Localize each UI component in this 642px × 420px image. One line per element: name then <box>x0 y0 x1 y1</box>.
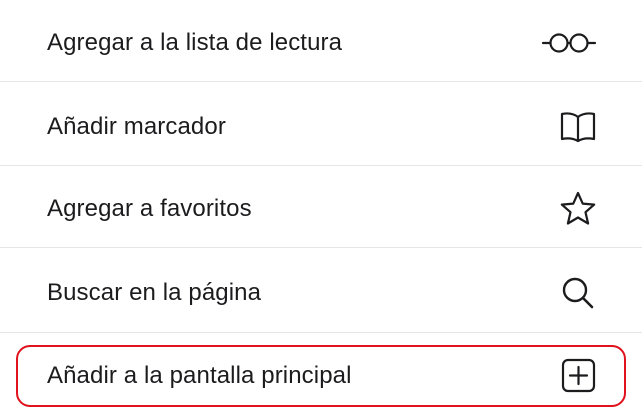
share-action-menu: Agregar a la lista de lectura Añadir mar… <box>0 0 642 420</box>
star-icon <box>540 189 598 229</box>
divider <box>0 247 642 248</box>
divider <box>0 332 642 333</box>
divider <box>0 165 642 166</box>
divider <box>0 81 642 82</box>
menu-item-label: Agregar a la lista de lectura <box>47 29 343 56</box>
menu-item-add-to-reading-list[interactable]: Agregar a la lista de lectura <box>0 2 642 84</box>
menu-item-add-bookmark[interactable]: Añadir marcador <box>0 86 642 168</box>
plus-square-icon <box>540 356 598 396</box>
menu-item-find-on-page[interactable]: Buscar en la página <box>0 252 642 334</box>
menu-item-label: Añadir marcador <box>47 113 226 140</box>
menu-item-label: Buscar en la página <box>47 279 262 306</box>
menu-item-label: Añadir a la pantalla principal <box>47 362 352 389</box>
open-book-icon <box>540 107 598 147</box>
reading-glasses-icon <box>540 23 598 63</box>
menu-item-label: Agregar a favoritos <box>47 195 252 222</box>
menu-item-add-to-favorites[interactable]: Agregar a favoritos <box>0 168 642 250</box>
menu-item-add-to-home-screen[interactable]: Añadir a la pantalla principal <box>0 335 642 417</box>
magnifying-glass-icon <box>540 273 598 313</box>
